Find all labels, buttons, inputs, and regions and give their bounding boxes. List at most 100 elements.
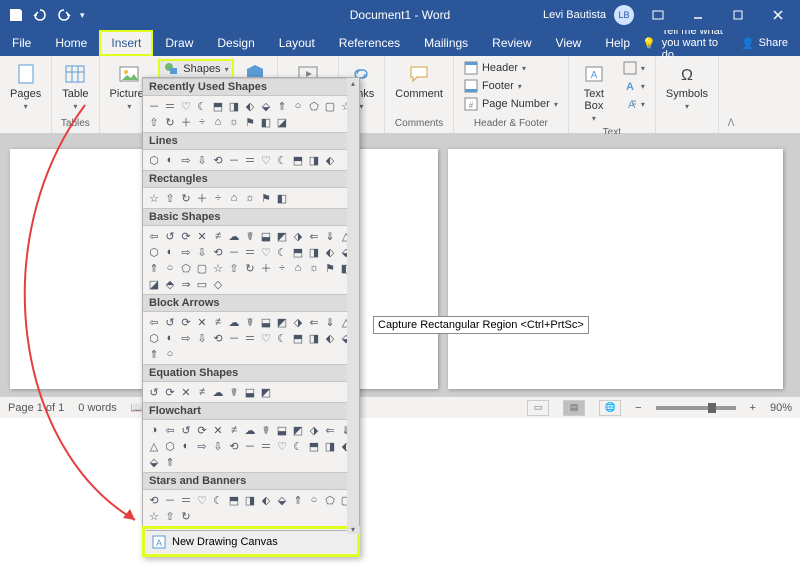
zoom-level[interactable]: 90%: [770, 402, 792, 414]
scroll-up-icon[interactable]: ▴: [348, 78, 358, 88]
shape-option[interactable]: ⟳: [163, 385, 177, 399]
zoom-in-button[interactable]: +: [750, 402, 756, 414]
shape-option[interactable]: ⬖: [323, 245, 337, 259]
shape-option[interactable]: ☤: [243, 229, 257, 243]
shape-option[interactable]: ⇐: [307, 229, 321, 243]
shape-option[interactable]: ◧: [259, 115, 273, 129]
shape-option[interactable]: ⇩: [211, 439, 225, 453]
tab-design[interactable]: Design: [205, 30, 266, 56]
shape-option[interactable]: ↺: [179, 423, 193, 437]
maximize-button[interactable]: [722, 5, 754, 25]
shape-option[interactable]: ⟲: [147, 493, 161, 507]
shape-option[interactable]: ○: [163, 347, 177, 361]
shape-option[interactable]: ⌂: [227, 191, 241, 205]
shape-option[interactable]: ↻: [179, 191, 193, 205]
shape-option[interactable]: ⇧: [163, 509, 177, 523]
shape-option[interactable]: ＝: [243, 245, 257, 259]
shape-option[interactable]: ⇨: [179, 245, 193, 259]
shape-option[interactable]: ⇐: [307, 315, 321, 329]
shape-option[interactable]: ○: [307, 493, 321, 507]
shape-option[interactable]: ⇑: [163, 455, 177, 469]
shape-option[interactable]: －: [147, 99, 161, 113]
tab-insert[interactable]: Insert: [99, 30, 153, 56]
tab-home[interactable]: Home: [43, 30, 99, 56]
shape-option[interactable]: ☆: [147, 509, 161, 523]
table-button[interactable]: Table ▾: [58, 60, 92, 113]
shape-option[interactable]: ＝: [179, 493, 193, 507]
shape-option[interactable]: ☾: [291, 439, 305, 453]
shape-option[interactable]: ▢: [323, 99, 337, 113]
shape-option[interactable]: ↺: [163, 315, 177, 329]
shape-option[interactable]: ◩: [275, 315, 289, 329]
view-read-button[interactable]: ▭: [527, 400, 549, 416]
shape-option[interactable]: ♡: [275, 439, 289, 453]
user-name[interactable]: Levi Bautista: [543, 9, 606, 21]
tell-me-search[interactable]: 💡 Tell me what you want to do: [642, 30, 729, 56]
shape-option[interactable]: －: [227, 245, 241, 259]
tab-mailings[interactable]: Mailings: [412, 30, 480, 56]
avatar[interactable]: LB: [614, 5, 634, 25]
view-print-button[interactable]: ▤: [563, 400, 585, 416]
shape-option[interactable]: ⬒: [291, 153, 305, 167]
shape-option[interactable]: ⬗: [307, 423, 321, 437]
shape-option[interactable]: ⇓: [323, 315, 337, 329]
shape-option[interactable]: ☾: [275, 153, 289, 167]
shape-option[interactable]: ✕: [211, 423, 225, 437]
tab-references[interactable]: References: [327, 30, 412, 56]
minimize-button[interactable]: [682, 5, 714, 25]
tab-view[interactable]: View: [544, 30, 594, 56]
share-button[interactable]: 👤 Share: [729, 30, 800, 56]
shape-option[interactable]: ◩: [291, 423, 305, 437]
shape-option[interactable]: △: [147, 439, 161, 453]
shape-option[interactable]: ⚑: [259, 191, 273, 205]
shape-option[interactable]: ＋: [259, 261, 273, 275]
shape-option[interactable]: ☁: [243, 423, 257, 437]
shape-option[interactable]: ☾: [275, 245, 289, 259]
shape-option[interactable]: ◐: [163, 153, 177, 167]
tab-layout[interactable]: Layout: [267, 30, 327, 56]
view-web-button[interactable]: 🌐: [599, 400, 621, 416]
shape-option[interactable]: ⌂: [211, 115, 225, 129]
shape-option[interactable]: ＝: [163, 99, 177, 113]
tab-help[interactable]: Help: [593, 30, 642, 56]
shape-option[interactable]: ⟳: [179, 229, 193, 243]
shape-option[interactable]: ⟳: [195, 423, 209, 437]
shape-option[interactable]: ⇓: [323, 229, 337, 243]
shape-option[interactable]: ⇑: [291, 493, 305, 507]
shape-option[interactable]: ⟲: [227, 439, 241, 453]
shape-option[interactable]: －: [227, 331, 241, 345]
header-button[interactable]: Header▾: [460, 60, 562, 76]
shape-option[interactable]: ⬒: [211, 99, 225, 113]
dropcap-button[interactable]: A▾: [619, 96, 649, 112]
collapse-ribbon-button[interactable]: ᐱ: [719, 56, 743, 133]
shape-option[interactable]: ⬒: [227, 493, 241, 507]
shape-option[interactable]: ÷: [211, 191, 225, 205]
shape-option[interactable]: ÷: [275, 261, 289, 275]
shape-option[interactable]: ⬒: [307, 439, 321, 453]
shape-option[interactable]: ⇒: [179, 277, 193, 291]
shape-option[interactable]: ⇨: [179, 331, 193, 345]
shape-option[interactable]: ⟲: [211, 245, 225, 259]
shape-option[interactable]: ▭: [195, 277, 209, 291]
shape-option[interactable]: ⇑: [275, 99, 289, 113]
shape-option[interactable]: ⇧: [163, 191, 177, 205]
shape-option[interactable]: ⬓: [259, 229, 273, 243]
dropdown-scrollbar[interactable]: ▴ ▾: [347, 78, 359, 534]
tab-draw[interactable]: Draw: [153, 30, 205, 56]
pages-button[interactable]: Pages ▾: [6, 60, 45, 113]
shape-option[interactable]: ↻: [179, 509, 193, 523]
shape-option[interactable]: ◩: [259, 385, 273, 399]
close-button[interactable]: [762, 5, 794, 25]
zoom-out-button[interactable]: −: [635, 402, 641, 414]
shape-option[interactable]: ⬡: [147, 153, 161, 167]
shape-option[interactable]: ☼: [307, 261, 321, 275]
shape-option[interactable]: ↺: [147, 385, 161, 399]
shape-option[interactable]: ⬖: [243, 99, 257, 113]
shape-option[interactable]: ≠: [211, 315, 225, 329]
shape-option[interactable]: ⬖: [323, 331, 337, 345]
shape-option[interactable]: －: [243, 439, 257, 453]
shape-option[interactable]: ⇨: [195, 439, 209, 453]
shape-option[interactable]: ⟳: [179, 315, 193, 329]
shapes-button[interactable]: Shapes ▾: [159, 60, 232, 78]
shape-option[interactable]: ⬡: [147, 245, 161, 259]
